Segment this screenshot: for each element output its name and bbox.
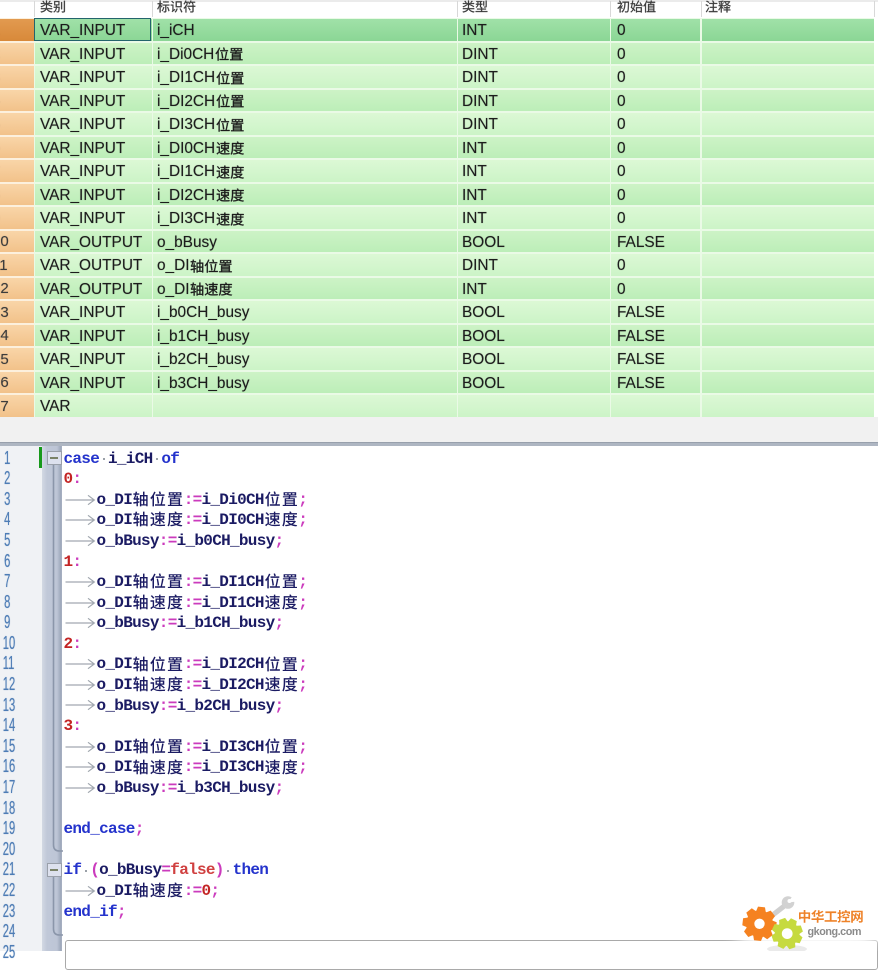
svg-text:gkong.com: gkong.com (808, 926, 862, 938)
